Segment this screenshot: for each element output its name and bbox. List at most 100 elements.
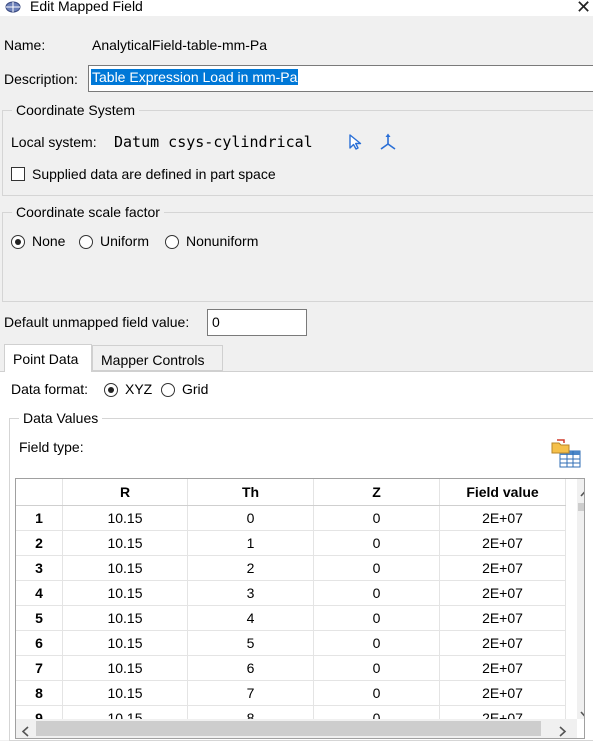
scroll-left-icon[interactable] [21, 724, 29, 738]
corner-header [16, 479, 63, 506]
data-table[interactable]: R Th Z Field value 1 10.15 0 0 2E+07 2 1… [15, 478, 585, 739]
scroll-right-icon[interactable] [559, 724, 567, 738]
title-bar: Edit Mapped Field ✕ [0, 0, 593, 18]
row-number[interactable]: 5 [16, 605, 63, 631]
row-number[interactable]: 3 [16, 555, 63, 581]
scale-none-radio[interactable] [11, 235, 25, 249]
table-header-row: R Th Z Field value [16, 479, 566, 506]
horizontal-scrollbar[interactable] [16, 719, 577, 738]
cell-r[interactable]: 10.15 [62, 580, 188, 606]
cell-z[interactable]: 0 [313, 680, 440, 706]
table-row[interactable]: 5 10.15 4 0 2E+07 [16, 605, 566, 631]
cell-r[interactable]: 10.15 [62, 555, 188, 581]
row-number[interactable]: 1 [16, 505, 63, 531]
cell-th[interactable]: 2 [187, 555, 314, 581]
cell-field-value[interactable]: 2E+07 [439, 530, 566, 556]
format-xyz-label: XYZ [125, 381, 153, 397]
cell-th[interactable]: 4 [187, 605, 314, 631]
cell-field-value[interactable]: 2E+07 [439, 505, 566, 531]
row-number[interactable]: 7 [16, 655, 63, 681]
data-values-legend: Data Values [19, 410, 103, 426]
cell-field-value[interactable]: 2E+07 [439, 655, 566, 681]
local-system-label: Local system: [11, 134, 97, 150]
csys-axes-icon[interactable] [378, 132, 398, 155]
cell-z[interactable]: 0 [313, 505, 440, 531]
vertical-scroll-thumb[interactable] [578, 503, 584, 511]
cell-r[interactable]: 10.15 [62, 680, 188, 706]
cell-field-value[interactable]: 2E+07 [439, 680, 566, 706]
cell-th[interactable]: 6 [187, 655, 314, 681]
cell-r[interactable]: 10.15 [62, 630, 188, 656]
cell-r[interactable]: 10.15 [62, 530, 188, 556]
row-number[interactable]: 4 [16, 580, 63, 606]
format-grid-label: Grid [182, 381, 209, 397]
column-header-z[interactable]: Z [313, 479, 440, 506]
cell-r[interactable]: 10.15 [62, 605, 188, 631]
default-unmapped-field[interactable]: 0 [207, 309, 307, 336]
cell-r[interactable]: 10.15 [62, 655, 188, 681]
tab-point-data-label: Point Data [13, 351, 79, 367]
table-row[interactable]: 1 10.15 0 0 2E+07 [16, 505, 566, 531]
cell-th[interactable]: 7 [187, 680, 314, 706]
cell-th[interactable]: 1 [187, 530, 314, 556]
select-arrow-icon[interactable] [347, 133, 365, 154]
cell-field-value[interactable]: 2E+07 [439, 555, 566, 581]
column-header-th[interactable]: Th [187, 479, 314, 506]
cell-r[interactable]: 10.15 [62, 505, 188, 531]
scale-uniform-radio[interactable] [79, 235, 93, 249]
table-row[interactable]: 8 10.15 7 0 2E+07 [16, 680, 566, 706]
cell-z[interactable]: 0 [313, 530, 440, 556]
field-type-label: Field type: [19, 439, 84, 455]
data-format-label: Data format: [11, 381, 89, 397]
vertical-scrollbar[interactable] [577, 479, 584, 722]
scroll-up-icon[interactable] [580, 484, 584, 500]
row-number[interactable]: 2 [16, 530, 63, 556]
scale-nonuniform-label: Nonuniform [186, 233, 259, 249]
part-space-checkbox[interactable] [11, 167, 25, 181]
table-import-icon[interactable] [551, 439, 581, 472]
table-row[interactable]: 2 10.15 1 0 2E+07 [16, 530, 566, 556]
window-title: Edit Mapped Field [30, 0, 143, 14]
tab-mapper-controls[interactable]: Mapper Controls [92, 345, 223, 371]
row-number[interactable]: 8 [16, 680, 63, 706]
scale-nonuniform-radio[interactable] [165, 235, 179, 249]
row-number[interactable]: 6 [16, 630, 63, 656]
default-unmapped-value: 0 [212, 314, 220, 330]
column-header-field-value[interactable]: Field value [439, 479, 566, 506]
local-system-value: Datum csys-cylindrical [114, 133, 313, 151]
cell-th[interactable]: 3 [187, 580, 314, 606]
name-value: AnalyticalField-table-mm-Pa [92, 37, 268, 53]
cell-z[interactable]: 0 [313, 655, 440, 681]
table-row[interactable]: 4 10.15 3 0 2E+07 [16, 580, 566, 606]
cell-field-value[interactable]: 2E+07 [439, 580, 566, 606]
cell-z[interactable]: 0 [313, 605, 440, 631]
cell-th[interactable]: 5 [187, 630, 314, 656]
default-unmapped-label: Default unmapped field value: [4, 314, 190, 330]
horizontal-scroll-thumb[interactable] [36, 721, 541, 736]
cell-field-value[interactable]: 2E+07 [439, 630, 566, 656]
tab-mapper-controls-label: Mapper Controls [101, 352, 205, 368]
scale-factor-legend: Coordinate scale factor [12, 204, 164, 220]
scale-uniform-label: Uniform [100, 233, 150, 249]
description-value: Table Expression Load in mm-Pa [91, 69, 299, 85]
format-grid-radio[interactable] [161, 383, 175, 397]
table-row[interactable]: 6 10.15 5 0 2E+07 [16, 630, 566, 656]
description-field[interactable]: Table Expression Load in mm-Pa [88, 65, 593, 92]
close-icon[interactable]: ✕ [576, 0, 591, 18]
format-xyz-radio[interactable] [104, 383, 118, 397]
table-row[interactable]: 3 10.15 2 0 2E+07 [16, 555, 566, 581]
column-header-r[interactable]: R [62, 479, 188, 506]
cell-z[interactable]: 0 [313, 630, 440, 656]
scroll-down-icon[interactable] [580, 706, 584, 722]
table-row[interactable]: 7 10.15 6 0 2E+07 [16, 655, 566, 681]
coordinate-system-legend: Coordinate System [12, 102, 140, 118]
cell-field-value[interactable]: 2E+07 [439, 605, 566, 631]
description-label: Description: [4, 71, 78, 87]
scale-none-label: None [32, 233, 66, 249]
cell-z[interactable]: 0 [313, 580, 440, 606]
cell-z[interactable]: 0 [313, 555, 440, 581]
part-space-label: Supplied data are defined in part space [32, 166, 276, 182]
tab-point-data[interactable]: Point Data [4, 344, 92, 372]
data-grid: R Th Z Field value 1 10.15 0 0 2E+07 2 1… [16, 479, 566, 731]
cell-th[interactable]: 0 [187, 505, 314, 531]
